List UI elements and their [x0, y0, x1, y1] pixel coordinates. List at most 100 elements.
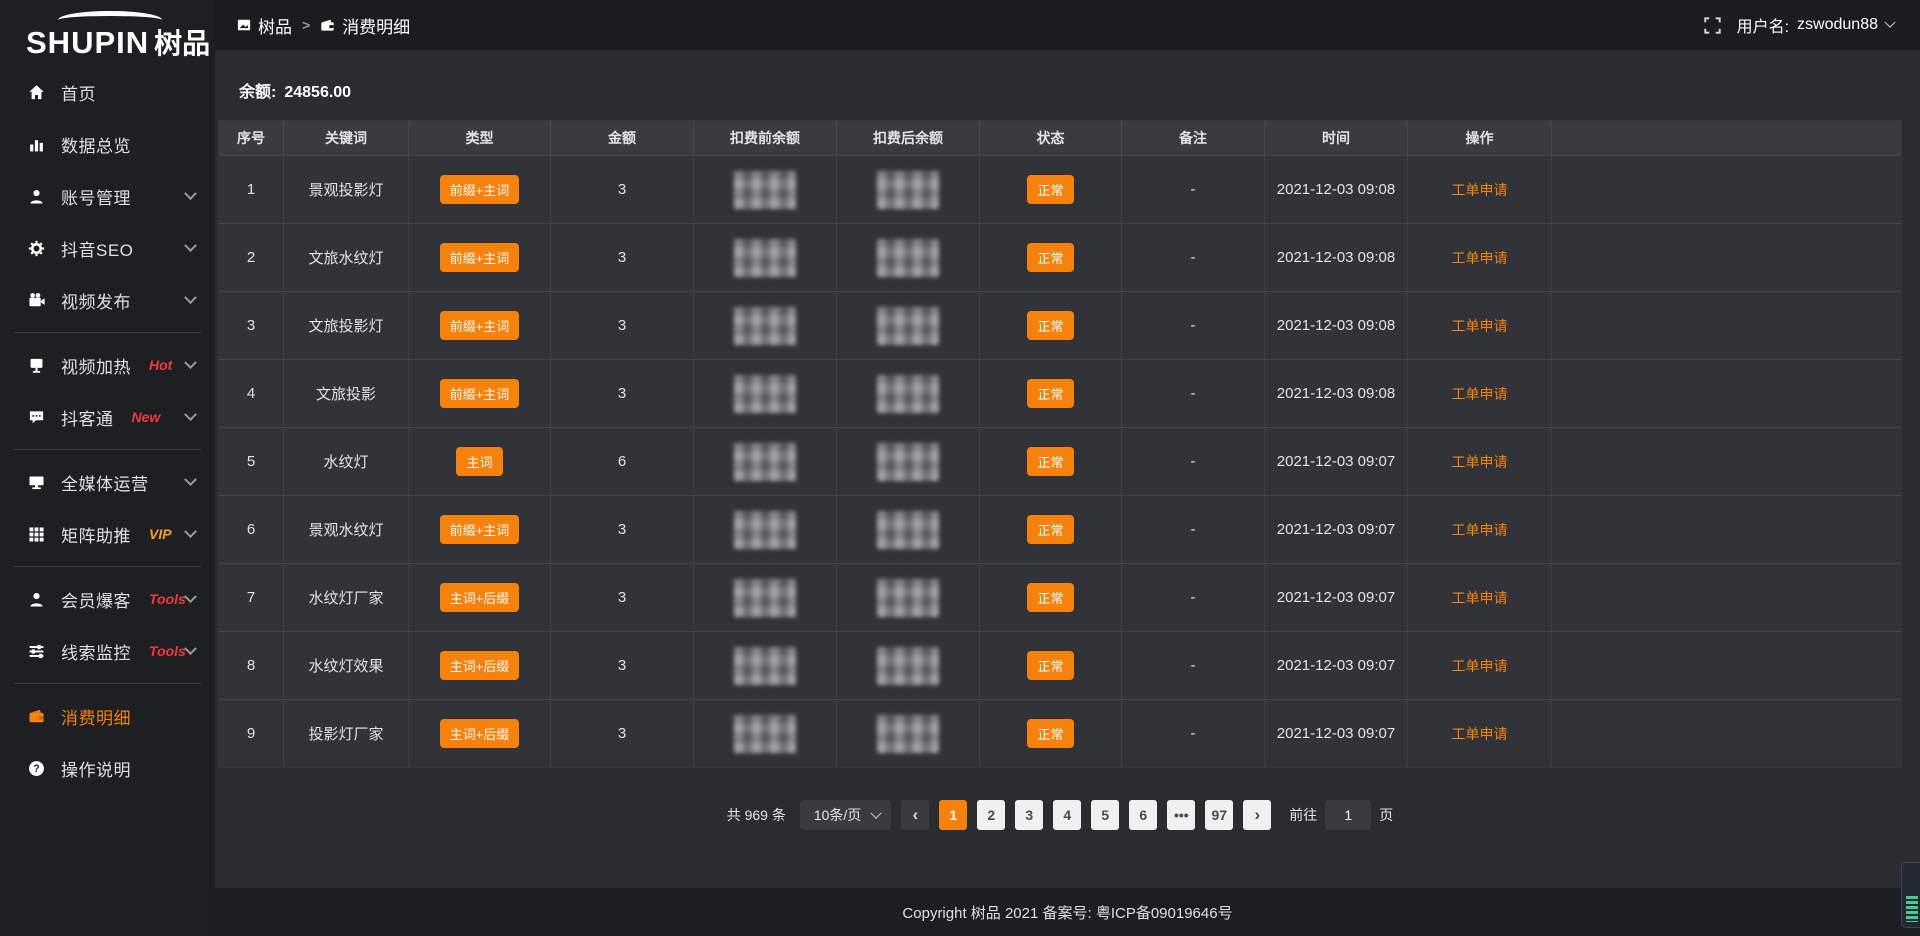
cell-note: -	[1122, 564, 1265, 631]
sidebar-item-all-media[interactable]: 全媒体运营	[0, 456, 215, 508]
chevron-down-icon	[184, 525, 197, 538]
cell-note: -	[1122, 360, 1265, 427]
cell-seq: 5	[219, 428, 284, 495]
sidebar-item-data-overview[interactable]: 数据总览	[0, 118, 215, 170]
cell-type: 前缀+主词	[409, 156, 551, 223]
status-badge: 正常	[1027, 583, 1073, 612]
cell-filler	[1552, 156, 1901, 223]
work-order-link[interactable]: 工单申请	[1452, 452, 1508, 472]
table-row: 5 水纹灯 主词 6 正常 - 2021-12-03 09:07 工单申请	[219, 427, 1901, 495]
prev-page-button[interactable]: ‹	[901, 800, 929, 830]
table-row: 1 景观投影灯 前缀+主词 3 正常 - 2021-12-03 09:08 工单…	[219, 155, 1901, 223]
goto-page: 前往 页	[1289, 800, 1393, 830]
username-value: zswodun88	[1797, 16, 1878, 34]
sidebar-item-video-publish[interactable]: 视频发布	[0, 274, 215, 326]
home-icon	[26, 84, 46, 101]
breadcrumb-current[interactable]: 消费明细	[320, 13, 410, 38]
cell-note: -	[1122, 224, 1265, 291]
cell-note: -	[1122, 292, 1265, 359]
sidebar-item-home[interactable]: 首页	[0, 66, 215, 118]
cell-time: 2021-12-03 09:07	[1265, 632, 1408, 699]
sidebar-item-video-heat[interactable]: 视频加热 Hot	[0, 339, 215, 391]
sidebar-item-label: 抖客通	[61, 405, 114, 430]
sidebar-item-member-burst[interactable]: 会员爆客 Tools	[0, 573, 215, 625]
sidebar-item-douyin-seo[interactable]: 抖音SEO	[0, 222, 215, 274]
goto-page-input[interactable]	[1325, 800, 1371, 830]
work-order-link[interactable]: 工单申请	[1452, 248, 1508, 268]
cell-time: 2021-12-03 09:07	[1265, 564, 1408, 631]
goto-label: 前往	[1289, 805, 1317, 825]
cell-action: 工单申请	[1408, 156, 1552, 223]
balance-value: 24856.00	[284, 84, 351, 101]
cell-time: 2021-12-03 09:07	[1265, 700, 1408, 767]
masked-balance-before	[734, 239, 796, 277]
chevron-down-icon	[184, 590, 197, 603]
chevron-down-icon	[184, 187, 197, 200]
work-order-link[interactable]: 工单申请	[1452, 384, 1508, 404]
page-button[interactable]: 5	[1091, 800, 1119, 830]
tools-tag: Tools	[149, 643, 186, 659]
cell-seq: 6	[219, 496, 284, 563]
status-badge: 正常	[1027, 719, 1073, 748]
sidebar-item-instructions[interactable]: ? 操作说明	[0, 742, 215, 794]
work-order-link[interactable]: 工单申请	[1452, 588, 1508, 608]
chevron-down-icon	[184, 356, 197, 369]
sidebar-item-account-management[interactable]: 账号管理	[0, 170, 215, 222]
sidebar-item-lead-monitor[interactable]: 线索监控 Tools	[0, 625, 215, 677]
copyright-text: Copyright 树品 2021 备案号: 粤ICP备09019646号	[902, 902, 1232, 923]
hot-tag: Hot	[149, 357, 172, 373]
cell-time: 2021-12-03 09:08	[1265, 224, 1408, 291]
cell-keyword: 景观水纹灯	[284, 496, 409, 563]
table-row: 9 投影灯厂家 主词+后缀 3 正常 - 2021-12-03 09:07 工单…	[219, 699, 1901, 767]
cell-action: 工单申请	[1408, 496, 1552, 563]
sidebar-divider	[14, 332, 201, 333]
widget-stripes-icon	[1906, 896, 1918, 922]
masked-balance-before	[734, 375, 796, 413]
cell-filler	[1552, 224, 1901, 291]
cell-keyword: 水纹灯	[284, 428, 409, 495]
fullscreen-icon[interactable]	[1704, 17, 1721, 34]
column-header: 扣费前余额	[694, 121, 837, 155]
table-row: 2 文旅水纹灯 前缀+主词 3 正常 - 2021-12-03 09:08 工单…	[219, 223, 1901, 291]
cell-action: 工单申请	[1408, 360, 1552, 427]
work-order-link[interactable]: 工单申请	[1452, 180, 1508, 200]
page-button[interactable]: 2	[977, 800, 1005, 830]
work-order-link[interactable]: 工单申请	[1452, 520, 1508, 540]
page-size-select[interactable]: 10条/页	[800, 800, 891, 830]
breadcrumb-home[interactable]: 树品	[237, 13, 292, 38]
cell-action: 工单申请	[1408, 224, 1552, 291]
next-page-button[interactable]: ›	[1243, 800, 1271, 830]
sidebar-item-consumption-detail[interactable]: 消费明细	[0, 690, 215, 742]
page-buttons: 1 2 3 4 5 6 ••• 97	[939, 800, 1233, 830]
page-button[interactable]: •••	[1167, 800, 1195, 830]
cell-filler	[1552, 360, 1901, 427]
cell-amount: 6	[551, 428, 694, 495]
cell-filler	[1552, 292, 1901, 359]
cell-balance-before	[694, 428, 837, 495]
work-order-link[interactable]: 工单申请	[1452, 656, 1508, 676]
pagination: 共 969 条 10条/页 ‹ 1 2 3 4	[218, 800, 1902, 830]
user-menu[interactable]: 用户名: zswodun88	[1737, 13, 1894, 37]
type-badge: 前缀+主词	[440, 243, 520, 272]
floating-widget[interactable]	[1901, 862, 1920, 928]
page-button[interactable]: 4	[1053, 800, 1081, 830]
chevron-down-icon	[871, 808, 882, 819]
page-button[interactable]: 97	[1205, 800, 1233, 830]
table-row: 3 文旅投影灯 前缀+主词 3 正常 - 2021-12-03 09:08 工单…	[219, 291, 1901, 359]
breadcrumb-current-label: 消费明细	[342, 13, 410, 38]
column-header: 备注	[1122, 121, 1265, 155]
sidebar-item-label: 线索监控	[61, 639, 131, 664]
page-button[interactable]: 3	[1015, 800, 1043, 830]
sidebar-item-matrix-boost[interactable]: 矩阵助推 VIP	[0, 508, 215, 560]
work-order-link[interactable]: 工单申请	[1452, 316, 1508, 336]
sidebar-item-douketong[interactable]: 抖客通 New	[0, 391, 215, 443]
cell-amount: 3	[551, 360, 694, 427]
page-size-value: 10条/页	[814, 805, 861, 825]
topbar-right: 用户名: zswodun88	[1704, 13, 1894, 37]
page-button[interactable]: 1	[939, 800, 967, 830]
username-label: 用户名:	[1737, 13, 1789, 37]
goto-suffix: 页	[1379, 805, 1393, 825]
sidebar-item-label: 全媒体运营	[61, 470, 149, 495]
page-button[interactable]: 6	[1129, 800, 1157, 830]
work-order-link[interactable]: 工单申请	[1452, 724, 1508, 744]
